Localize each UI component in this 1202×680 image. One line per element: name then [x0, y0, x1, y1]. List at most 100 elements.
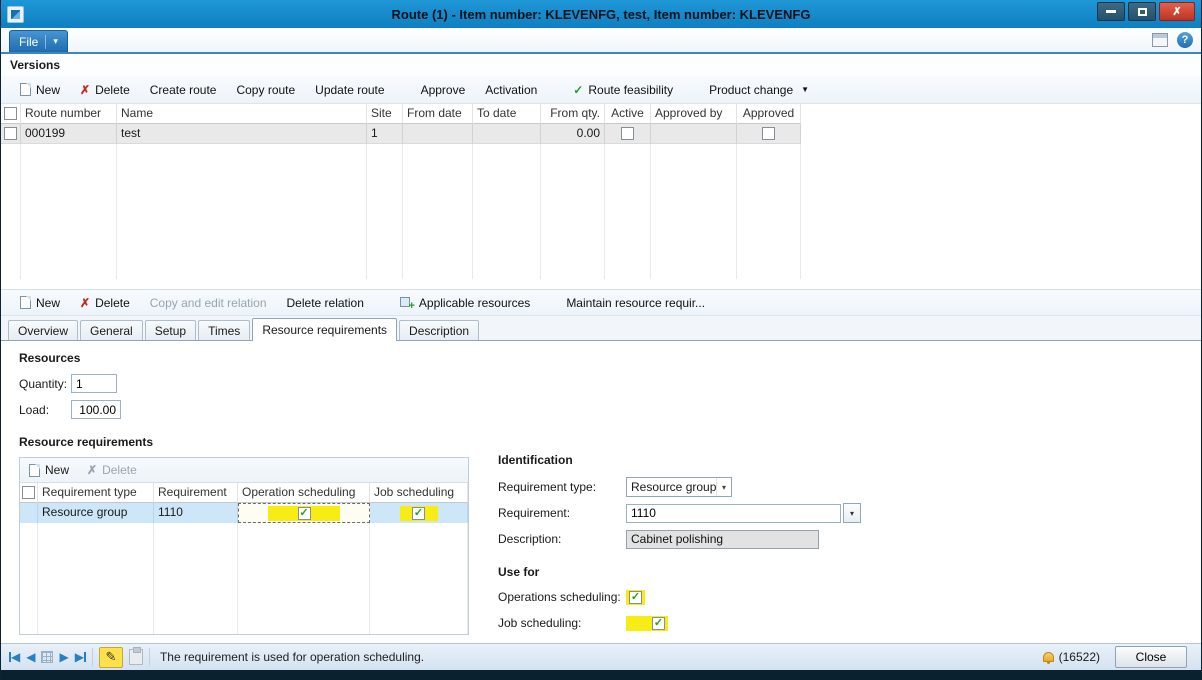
req-row-select-cell[interactable] — [20, 503, 38, 523]
approved-cell[interactable] — [737, 124, 801, 144]
app-window: Route (1) - Item number: KLEVENFG, test,… — [0, 0, 1202, 680]
column-header-route-number[interactable]: Route number — [21, 104, 117, 124]
table-row[interactable]: 000199 test 1 0.00 — [1, 124, 1201, 144]
to-date-cell[interactable] — [473, 124, 541, 144]
requirement-new-button[interactable]: New — [29, 463, 69, 477]
requirement-field[interactable] — [626, 504, 841, 523]
delete-button[interactable]: ✗ Delete — [71, 80, 139, 100]
window-layout-icon[interactable] — [1152, 33, 1168, 47]
column-header-active[interactable]: Active — [605, 104, 651, 124]
job-scheduling-cell[interactable]: ✓ — [370, 503, 468, 523]
update-route-button[interactable]: Update route — [306, 80, 393, 100]
requirement-delete-button[interactable]: ✗ Delete — [87, 463, 137, 477]
column-header-approved-by[interactable]: Approved by — [651, 104, 737, 124]
previous-record-button[interactable]: ◀ — [26, 651, 35, 663]
column-header-job-scheduling[interactable]: Job scheduling — [370, 483, 468, 503]
job-scheduling-form-checkbox[interactable]: ✓ — [652, 617, 665, 630]
grid-view-button[interactable] — [41, 651, 53, 663]
route-feasibility-button[interactable]: ✓ Route feasibility — [564, 80, 682, 100]
statusbar-separator — [92, 648, 93, 666]
column-header-site[interactable]: Site — [367, 104, 403, 124]
maximize-icon — [1138, 8, 1147, 16]
next-record-button[interactable]: ▶ — [59, 651, 68, 663]
close-window-button[interactable]: ✗ — [1159, 2, 1195, 21]
from-date-cell[interactable] — [403, 124, 473, 144]
notifications-icon[interactable] — [1043, 652, 1054, 662]
from-qty-cell[interactable]: 0.00 — [541, 124, 605, 144]
new-button[interactable]: New — [11, 80, 69, 100]
requirement-type-cell[interactable]: Resource group — [38, 503, 154, 523]
create-route-button[interactable]: Create route — [141, 80, 226, 100]
column-header-from-qty[interactable]: From qty. — [541, 104, 605, 124]
maintain-resource-requirements-button[interactable]: Maintain resource requir... — [557, 293, 714, 313]
job-scheduling-label: Job scheduling: — [498, 616, 626, 630]
last-record-button[interactable]: ▶ — [75, 651, 86, 663]
requirements-grid-header: Requirement type Requirement Operation s… — [20, 483, 468, 503]
row-select-cell[interactable] — [1, 124, 21, 144]
site-cell[interactable]: 1 — [367, 124, 403, 144]
active-checkbox[interactable] — [621, 127, 634, 140]
select-all-checkbox[interactable] — [4, 107, 17, 120]
column-header-to-date[interactable]: To date — [473, 104, 541, 124]
notification-count[interactable]: (16522) — [1059, 650, 1100, 664]
product-change-button[interactable]: Product change ▼ — [700, 80, 818, 100]
identification-label: Identification — [498, 453, 928, 467]
job-scheduling-checkbox[interactable]: ✓ — [412, 507, 425, 520]
approved-checkbox[interactable] — [762, 127, 775, 140]
file-menu-button[interactable]: File ▾ — [9, 30, 68, 52]
quantity-field[interactable] — [71, 374, 117, 393]
operation-scheduling-cell[interactable]: ✓ — [238, 503, 370, 523]
first-record-button[interactable]: ◀ — [9, 651, 20, 663]
tab-times[interactable]: Times — [198, 320, 250, 340]
requirement-type-select[interactable]: Resource group ▾ — [626, 477, 732, 497]
requirement-dropdown-button[interactable]: ▾ — [843, 503, 861, 523]
quantity-row: Quantity: — [19, 374, 1201, 393]
use-for-label: Use for — [498, 565, 928, 579]
help-icon[interactable]: ? — [1177, 32, 1193, 48]
row-select-checkbox[interactable] — [4, 127, 17, 140]
tab-overview[interactable]: Overview — [8, 320, 78, 340]
req-select-all-header-cell[interactable] — [20, 483, 38, 503]
tab-general[interactable]: General — [80, 320, 143, 340]
requirement-cell[interactable]: 1110 — [154, 503, 238, 523]
requirement-row[interactable]: Resource group 1110 ✓ ✓ — [20, 503, 468, 523]
active-cell[interactable] — [605, 124, 651, 144]
column-header-requirement-type[interactable]: Requirement type — [38, 483, 154, 503]
name-cell[interactable]: test — [117, 124, 367, 144]
copy-route-button[interactable]: Copy route — [227, 80, 304, 100]
relation-new-button[interactable]: New — [11, 293, 69, 313]
delete-relation-label: Delete relation — [287, 296, 364, 310]
column-header-requirement[interactable]: Requirement — [154, 483, 238, 503]
file-menu-label: File — [19, 35, 38, 49]
operation-scheduling-checkbox[interactable]: ✓ — [298, 507, 311, 520]
delete-relation-button[interactable]: Delete relation — [278, 293, 373, 313]
load-field[interactable] — [71, 400, 121, 419]
maximize-button[interactable] — [1128, 2, 1156, 21]
paste-icon[interactable] — [129, 649, 143, 665]
chevron-down-icon: ▼ — [801, 86, 809, 94]
tab-resource-requirements[interactable]: Resource requirements — [252, 318, 397, 341]
tab-description[interactable]: Description — [399, 320, 479, 340]
minimize-button[interactable] — [1097, 2, 1125, 21]
route-number-cell[interactable]: 000199 — [21, 124, 117, 144]
maintain-resource-requirements-label: Maintain resource requir... — [566, 296, 705, 310]
activation-button[interactable]: Activation — [476, 80, 546, 100]
column-header-approved[interactable]: Approved — [737, 104, 801, 124]
tab-setup[interactable]: Setup — [145, 320, 196, 340]
chevron-down-icon[interactable]: ▾ — [716, 478, 731, 496]
approved-by-cell[interactable] — [651, 124, 737, 144]
operations-scheduling-checkbox[interactable]: ✓ — [629, 591, 642, 604]
edit-record-button[interactable]: ✎ — [99, 647, 123, 668]
close-button[interactable]: Close — [1115, 646, 1187, 668]
column-header-from-date[interactable]: From date — [403, 104, 473, 124]
column-header-name[interactable]: Name — [117, 104, 367, 124]
select-all-header-cell[interactable] — [1, 104, 21, 124]
column-header-operation-scheduling[interactable]: Operation scheduling — [238, 483, 370, 503]
product-change-label: Product change — [709, 83, 793, 97]
approve-button[interactable]: Approve — [412, 80, 475, 100]
copy-edit-relation-button[interactable]: Copy and edit relation — [141, 293, 276, 313]
relation-delete-label: Delete — [95, 296, 130, 310]
req-select-all-checkbox[interactable] — [22, 486, 35, 499]
relation-delete-button[interactable]: ✗ Delete — [71, 293, 139, 313]
applicable-resources-button[interactable]: + Applicable resources — [391, 293, 539, 313]
